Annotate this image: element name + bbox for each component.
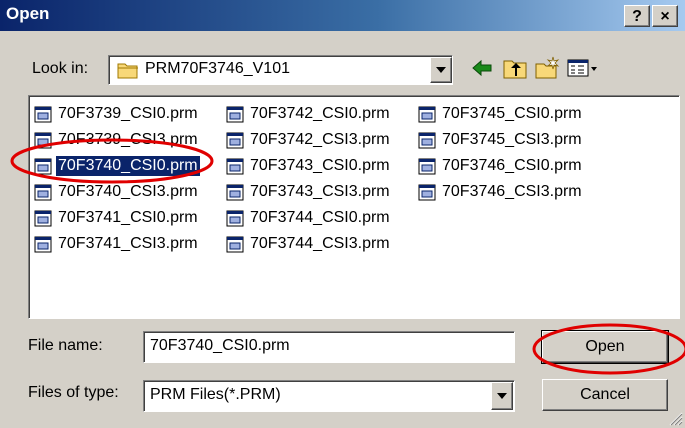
file-name: 70F3741_CSI0.prm bbox=[58, 209, 198, 226]
file-name: 70F3742_CSI0.prm bbox=[250, 105, 390, 122]
prm-file-icon bbox=[418, 132, 436, 148]
look-in-value: PRM70F3746_V101 bbox=[145, 60, 290, 77]
file-item[interactable]: 70F3742_CSI0.prm bbox=[226, 102, 392, 126]
file-item[interactable]: 70F3742_CSI3.prm bbox=[226, 128, 392, 152]
up-folder-icon[interactable] bbox=[502, 56, 528, 80]
file-list[interactable]: 70F3739_CSI0.prm 70F3739_CSI3.prm 70F374… bbox=[28, 95, 680, 319]
file-name: 70F3745_CSI3.prm bbox=[442, 131, 582, 148]
file-item[interactable]: 70F3743_CSI3.prm bbox=[226, 180, 392, 204]
file-item[interactable]: 70F3741_CSI3.prm bbox=[34, 232, 200, 256]
file-item[interactable]: 70F3745_CSI3.prm bbox=[418, 128, 584, 152]
title-bar[interactable]: Open ? × bbox=[0, 0, 685, 31]
file-name: 70F3739_CSI3.prm bbox=[58, 131, 198, 148]
look-in-label: Look in: bbox=[32, 60, 89, 77]
file-name: 70F3740_CSI3.prm bbox=[58, 183, 198, 200]
file-name: 70F3743_CSI3.prm bbox=[250, 183, 390, 200]
file-name: 70F3746_CSI0.prm bbox=[442, 157, 582, 174]
new-folder-icon[interactable] bbox=[534, 56, 560, 80]
file-item[interactable]: 70F3745_CSI0.prm bbox=[418, 102, 584, 126]
resize-grip-icon[interactable] bbox=[668, 411, 683, 426]
prm-file-icon bbox=[34, 158, 52, 174]
file-item[interactable]: 70F3741_CSI0.prm bbox=[34, 206, 200, 230]
file-item[interactable]: 70F3746_CSI3.prm bbox=[418, 180, 584, 204]
look-in-dropdown-button[interactable] bbox=[430, 57, 452, 83]
prm-file-icon bbox=[34, 106, 52, 122]
file-item[interactable]: 70F3744_CSI3.prm bbox=[226, 232, 392, 256]
prm-file-icon bbox=[418, 184, 436, 200]
view-menu-icon[interactable] bbox=[566, 56, 598, 80]
files-of-type-dropdown-button[interactable] bbox=[491, 382, 513, 410]
file-item[interactable]: 70F3743_CSI0.prm bbox=[226, 154, 392, 178]
file-name: 70F3744_CSI3.prm bbox=[250, 235, 390, 252]
file-item[interactable]: 70F3740_CSI3.prm bbox=[34, 180, 200, 204]
close-button[interactable]: × bbox=[652, 5, 678, 27]
window-title: Open bbox=[6, 4, 50, 23]
prm-file-icon bbox=[34, 184, 52, 200]
look-in-combo[interactable]: PRM70F3746_V101 bbox=[108, 55, 453, 85]
prm-file-icon bbox=[418, 106, 436, 122]
file-name: 70F3743_CSI0.prm bbox=[250, 157, 390, 174]
prm-file-icon bbox=[34, 132, 52, 148]
file-item[interactable]: 70F3739_CSI3.prm bbox=[34, 128, 200, 152]
open-button[interactable]: Open bbox=[541, 330, 669, 364]
file-item[interactable]: 70F3739_CSI0.prm bbox=[34, 102, 200, 126]
chevron-down-icon bbox=[497, 393, 507, 399]
prm-file-icon bbox=[226, 106, 244, 122]
file-name: 70F3740_CSI0.prm bbox=[55, 155, 201, 177]
back-arrow-icon[interactable] bbox=[470, 56, 494, 80]
folder-icon bbox=[117, 63, 138, 79]
file-item[interactable]: 70F3744_CSI0.prm bbox=[226, 206, 392, 230]
file-name: 70F3742_CSI3.prm bbox=[250, 131, 390, 148]
file-item[interactable]: 70F3746_CSI0.prm bbox=[418, 154, 584, 178]
cancel-button[interactable]: Cancel bbox=[542, 379, 668, 411]
prm-file-icon bbox=[226, 236, 244, 252]
file-name: 70F3739_CSI0.prm bbox=[58, 105, 198, 122]
file-name: 70F3746_CSI3.prm bbox=[442, 183, 582, 200]
help-button[interactable]: ? bbox=[624, 5, 650, 27]
prm-file-icon bbox=[226, 184, 244, 200]
file-name: 70F3741_CSI3.prm bbox=[58, 235, 198, 252]
file-name-label: File name: bbox=[28, 337, 103, 354]
files-of-type-label: Files of type: bbox=[28, 384, 119, 401]
open-dialog: Open ? × Look in: PRM70F3746_V101 70F373… bbox=[0, 0, 685, 428]
file-name-input[interactable]: 70F3740_CSI0.prm bbox=[143, 331, 515, 363]
file-name: 70F3745_CSI0.prm bbox=[442, 105, 582, 122]
prm-file-icon bbox=[418, 158, 436, 174]
prm-file-icon bbox=[34, 236, 52, 252]
file-item-selected[interactable]: 70F3740_CSI0.prm bbox=[34, 154, 201, 178]
prm-file-icon bbox=[226, 132, 244, 148]
prm-file-icon bbox=[34, 210, 52, 226]
prm-file-icon bbox=[226, 210, 244, 226]
chevron-down-icon bbox=[436, 67, 446, 73]
file-name: 70F3744_CSI0.prm bbox=[250, 209, 390, 226]
files-of-type-select[interactable]: PRM Files(*.PRM) bbox=[143, 380, 515, 412]
prm-file-icon bbox=[226, 158, 244, 174]
